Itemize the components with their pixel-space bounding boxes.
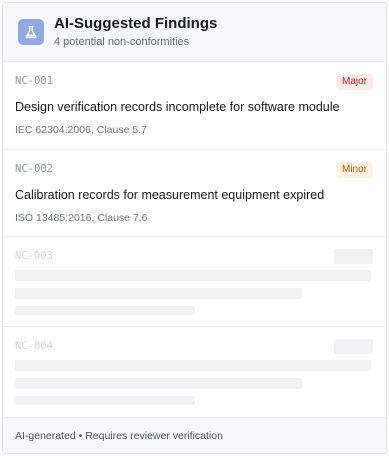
finding-reference: IEC 62304:2006, Clause 5.7 [15,124,147,136]
text-skeleton [15,288,302,299]
finding-id: NC-002 [15,163,53,175]
finding-title: Calibration records for measurement equi… [15,188,325,202]
finding-item-loading: NC-004 [3,327,386,418]
title-skeleton [15,270,371,281]
severity-badge: Minor [335,162,373,178]
finding-id: NC-001 [15,75,53,87]
text-skeleton [15,378,302,389]
severity-badge: Major [335,74,373,90]
title-skeleton [15,360,371,371]
finding-id: NC-004 [15,340,53,352]
panel-footer: AI-generated • Requires reviewer verific… [3,417,386,453]
finding-title: Design verification records incomplete f… [15,100,340,114]
badge-skeleton [334,339,373,354]
reference-skeleton [15,396,195,405]
flask-icon [18,19,44,45]
finding-reference: ISO 13485:2016, Clause 7.6 [15,212,148,224]
reference-skeleton [15,306,195,315]
finding-item[interactable]: NC-002 Minor Calibration records for mea… [3,150,386,237]
footer-note: AI-generated • Requires reviewer verific… [15,429,223,442]
findings-panel: AI-Suggested Findings 4 potential non-co… [2,2,387,454]
finding-item-loading: NC-003 [3,237,386,327]
finding-item[interactable]: NC-001 Major Design verification records… [3,62,386,150]
panel-subtitle: 4 potential non-conformities [54,36,190,48]
finding-id: NC-003 [15,250,53,262]
panel-header: AI-Suggested Findings 4 potential non-co… [3,3,386,62]
panel-title: AI-Suggested Findings [54,15,218,32]
badge-skeleton [334,249,373,264]
